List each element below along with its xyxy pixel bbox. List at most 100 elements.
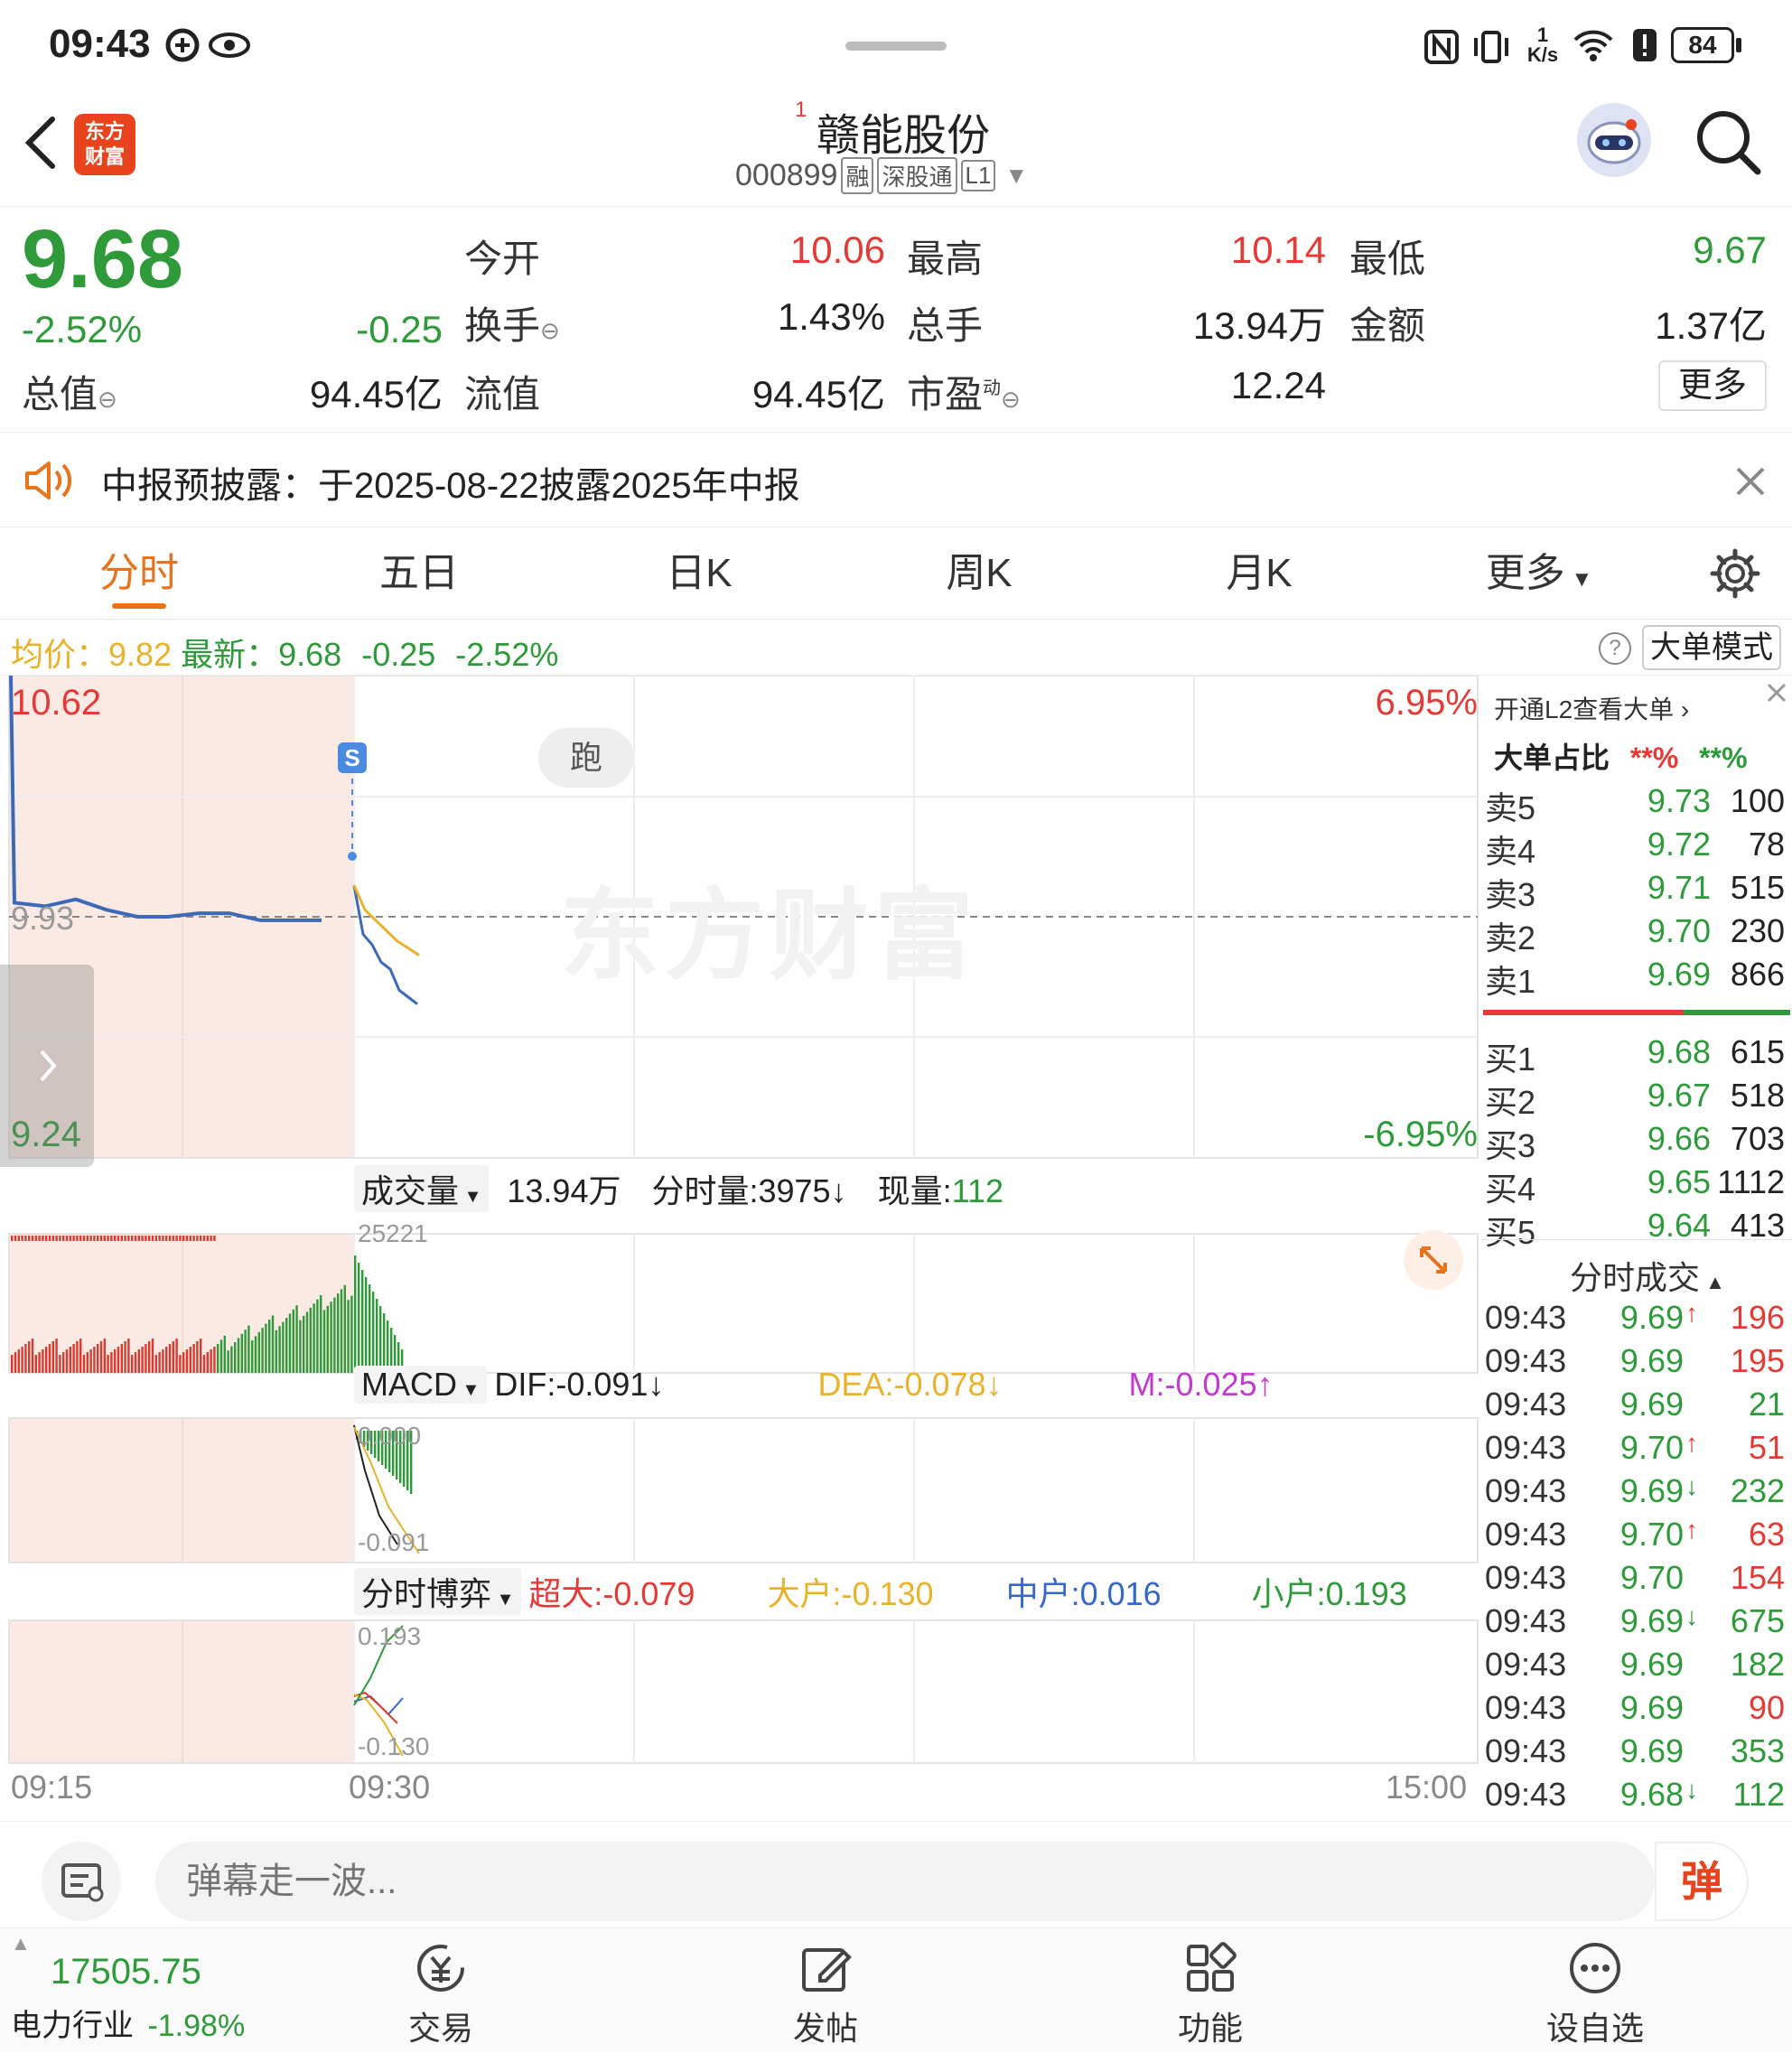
y-high-label: 10.62	[11, 683, 102, 723]
tab-intraday[interactable]: 分时	[58, 527, 220, 620]
volume-bar	[200, 1339, 202, 1373]
eastmoney-logo[interactable]: 东方 财富	[74, 114, 135, 175]
divider	[1481, 1239, 1792, 1240]
volume-bar	[244, 1330, 247, 1373]
volume-cap	[127, 1236, 130, 1241]
info-icon: ⊖	[98, 386, 117, 413]
ask-volume: 100	[1730, 782, 1785, 819]
trade-row: 09:43 9.69 353	[1481, 1732, 1792, 1776]
tab-more[interactable]: 更多 ▼	[1458, 527, 1620, 620]
tab-monthly-k[interactable]: 月K	[1178, 527, 1340, 620]
high-label: 最高	[907, 238, 984, 280]
volume-bar	[196, 1341, 199, 1373]
volume-bar	[185, 1349, 189, 1373]
tab-daily-k[interactable]: 日K	[618, 527, 780, 620]
volume-cap	[93, 1236, 96, 1241]
volume-cap	[213, 1236, 216, 1241]
volume-bar	[114, 1349, 117, 1373]
volume-cap	[182, 1236, 185, 1241]
comment-list-icon[interactable]	[42, 1842, 121, 1921]
nav-functions[interactable]: 功能	[1120, 1928, 1301, 2053]
s-marker-dot	[348, 852, 357, 861]
game-small: 小户:0.193	[1251, 1575, 1407, 1612]
stock-code: 000899	[735, 158, 838, 192]
volume-cap	[89, 1236, 92, 1241]
volume-bar	[79, 1339, 82, 1373]
trade-time: 09:43	[1485, 1516, 1567, 1553]
volume-bar	[383, 1313, 386, 1373]
macd-dea: DEA:-0.078↓	[817, 1366, 1002, 1404]
side-expand-handle[interactable]	[0, 965, 94, 1167]
volume-cap	[55, 1236, 58, 1241]
volume-bar	[179, 1355, 182, 1373]
mktcap-label[interactable]: 总值⊖	[22, 364, 117, 419]
nav-add-watchlist[interactable]: 设自选	[1505, 1928, 1685, 2053]
nav-post[interactable]: 发帖	[735, 1928, 916, 2053]
notice-bar[interactable]: 中报预披露：于2025-08-22披露2025年中报	[0, 432, 1792, 527]
volume-bar	[34, 1355, 37, 1373]
price-line	[352, 884, 418, 1005]
stock-code-row[interactable]: 000899 融 深股通 L1 ▼	[735, 157, 1028, 194]
volume-bar	[350, 1295, 353, 1373]
turnover-label[interactable]: 换手⊖	[464, 295, 560, 350]
chevron-down-icon: ▼	[459, 1187, 482, 1207]
danmu-toggle-button[interactable]: 弹	[1655, 1842, 1749, 1921]
back-button[interactable]	[20, 114, 60, 176]
status-time: 09:43	[49, 22, 151, 66]
arrow-down-icon: ↓	[648, 1366, 665, 1403]
s-marker[interactable]: S	[338, 742, 367, 773]
last-price: 9.68	[22, 213, 184, 305]
volume-cap	[196, 1236, 199, 1241]
volume-bar	[31, 1339, 34, 1373]
volume-bar	[137, 1349, 140, 1373]
trade-row: 09:43 9.69 21	[1481, 1386, 1792, 1429]
expand-icon[interactable]	[1404, 1230, 1463, 1290]
volume-bar	[110, 1352, 113, 1373]
l2-link[interactable]: 开通L2查看大单 ›	[1494, 690, 1689, 726]
danmu-input[interactable]	[155, 1842, 1655, 1921]
volume-cap	[38, 1236, 41, 1241]
chart-svg[interactable]	[0, 676, 1481, 1821]
change-amount: -0.25	[356, 308, 443, 350]
volume-bar	[223, 1335, 226, 1373]
big-order-mode-button[interactable]: 大单模式	[1642, 625, 1781, 670]
volume-bar	[322, 1310, 326, 1373]
volume-cap	[76, 1236, 79, 1241]
info-icon: ⊖	[1001, 386, 1021, 413]
tab-five-day[interactable]: 五日	[338, 527, 500, 620]
macd-indicator-select[interactable]: MACD ▼	[354, 1366, 488, 1404]
search-icon[interactable]	[1694, 108, 1763, 182]
nav-trade[interactable]: 交易	[350, 1928, 531, 2053]
close-icon[interactable]	[1763, 679, 1790, 711]
trade-time: 09:43	[1485, 1386, 1567, 1423]
volume-bar	[295, 1305, 298, 1373]
name-superscript: 1	[795, 98, 807, 122]
chart-area: 10.62 9.93 9.24 6.95% -6.95% 东方财富 跑 S 成交…	[0, 620, 1481, 1821]
robot-assistant-icon[interactable]	[1577, 103, 1651, 177]
more-quote-button[interactable]: 更多	[1658, 360, 1767, 411]
trade-volume: 232	[1730, 1472, 1785, 1509]
open-label: 今开	[464, 238, 541, 280]
help-icon[interactable]: ?	[1599, 632, 1631, 665]
trade-time: 09:43	[1485, 1646, 1567, 1683]
industry-index[interactable]: 17505.75 电力行业 -1.98%	[0, 1928, 271, 2053]
pe-label[interactable]: 市盈动⊖	[907, 364, 1021, 419]
trade-time: 09:43	[1485, 1602, 1567, 1639]
tab-weekly-k[interactable]: 周K	[898, 527, 1060, 620]
trades-header[interactable]: 分时成交 ▲	[1570, 1252, 1725, 1299]
macd-top-label: 0.000	[358, 1422, 422, 1450]
game-indicator-select[interactable]: 分时博弈 ▼	[354, 1568, 522, 1615]
turnover-value: 1.43%	[777, 295, 885, 338]
volume-bar	[38, 1352, 41, 1373]
run-badge[interactable]: 跑	[538, 728, 634, 788]
volume-cap	[110, 1236, 113, 1241]
volume-bar	[162, 1349, 164, 1373]
volume-bar	[117, 1347, 120, 1373]
settings-gear-icon[interactable]	[1709, 547, 1761, 604]
volume-cap	[206, 1236, 209, 1241]
close-icon[interactable]	[1732, 463, 1769, 504]
volume-indicator-select[interactable]: 成交量 ▼	[354, 1165, 490, 1212]
trade-volume: 182	[1730, 1646, 1785, 1683]
volume-cap	[65, 1236, 69, 1241]
volume-bar	[21, 1347, 23, 1373]
